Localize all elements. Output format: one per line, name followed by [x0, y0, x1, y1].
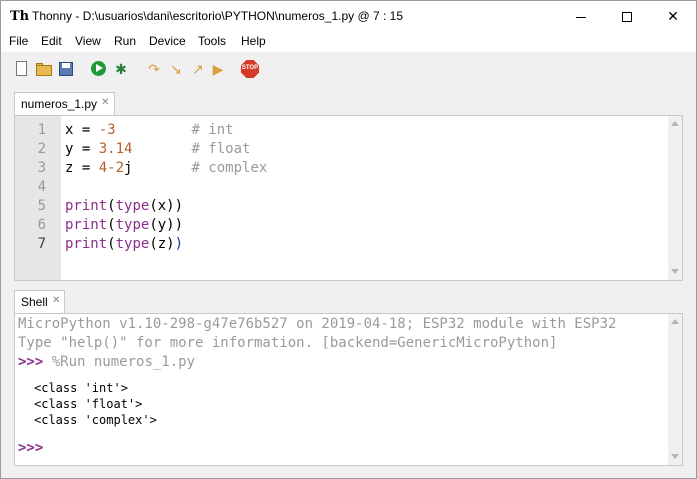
- stop-icon[interactable]: STOP: [241, 60, 259, 78]
- close-tab-icon[interactable]: ✕: [101, 97, 109, 108]
- title-bar: Th Thonny - D:\usuarios\dani\escritorio\…: [1, 1, 696, 32]
- line-number: 3: [37, 160, 46, 176]
- scroll-down-icon[interactable]: [671, 454, 679, 459]
- minimize-button[interactable]: [558, 1, 604, 32]
- code-line: z = 4-2j # complex: [65, 160, 268, 176]
- shell-output-line: <class 'complex'>: [34, 413, 157, 427]
- step-into-icon[interactable]: ↘: [167, 60, 185, 78]
- menu-bar: File Edit View Run Device Tools Help: [1, 32, 696, 52]
- editor-scrollbar[interactable]: [668, 116, 682, 280]
- menu-file[interactable]: File: [9, 34, 28, 48]
- menu-help[interactable]: Help: [241, 34, 266, 48]
- line-number: 1: [37, 122, 46, 138]
- shell-prompt: >>>: [18, 354, 44, 370]
- menu-device[interactable]: Device: [149, 34, 186, 48]
- save-icon[interactable]: [57, 60, 75, 78]
- thonny-window: Th Thonny - D:\usuarios\dani\escritorio\…: [0, 0, 697, 479]
- shell-run-line: >>> %Run numeros_1.py: [18, 354, 195, 370]
- shell-banner-line: Type "help()" for more information. [bac…: [18, 335, 558, 351]
- menu-tools[interactable]: Tools: [198, 34, 226, 48]
- shell-run-command: %Run numeros_1.py: [43, 354, 196, 370]
- shell-output-line: <class 'int'>: [34, 381, 128, 395]
- code-line: x = -3 # int: [65, 122, 234, 138]
- shell-scrollbar[interactable]: [668, 314, 682, 465]
- line-number: 4: [37, 179, 46, 195]
- tab-shell[interactable]: Shell ✕: [14, 290, 65, 313]
- editor-tab-label: numeros_1.py: [21, 97, 98, 111]
- window-title: Thonny - D:\usuarios\dani\escritorio\PYT…: [32, 9, 404, 23]
- line-number: 2: [37, 141, 46, 157]
- code-line: print(type(z)): [65, 236, 184, 252]
- shell-prompt: >>>: [18, 440, 44, 456]
- menu-view[interactable]: View: [75, 34, 101, 48]
- shell-panel[interactable]: MicroPython v1.10-298-g47e76b527 on 2019…: [14, 313, 683, 466]
- scroll-down-icon[interactable]: [671, 269, 679, 274]
- close-icon: ✕: [667, 8, 679, 24]
- shell-banner-line: MicroPython v1.10-298-g47e76b527 on 2019…: [18, 316, 617, 332]
- menu-run[interactable]: Run: [114, 34, 136, 48]
- close-tab-icon[interactable]: ✕: [52, 295, 60, 306]
- scroll-up-icon[interactable]: [671, 319, 679, 324]
- minimize-icon: [576, 16, 586, 18]
- resume-icon[interactable]: ▶: [209, 60, 227, 78]
- shell-input-line[interactable]: >>>: [18, 440, 43, 456]
- toolbar: ✱ ↷ ↘ ↗ ▶ STOP: [1, 53, 696, 85]
- menu-edit[interactable]: Edit: [41, 34, 62, 48]
- line-number-gutter: 1 2 3 4 5 6 7: [15, 116, 61, 280]
- debug-icon[interactable]: ✱: [112, 60, 130, 78]
- step-over-icon[interactable]: ↷: [145, 60, 163, 78]
- maximize-button[interactable]: [604, 1, 650, 32]
- thonny-app-icon: Th: [10, 9, 30, 24]
- shell-output-line: <class 'float'>: [34, 397, 143, 411]
- code-line: print(type(y)): [65, 217, 184, 233]
- code-line: y = 3.14 # float: [65, 141, 251, 157]
- close-button[interactable]: ✕: [650, 1, 696, 32]
- line-number: 5: [37, 198, 46, 214]
- tab-numeros-1-py[interactable]: numeros_1.py ✕: [14, 92, 115, 115]
- maximize-icon: [622, 12, 632, 23]
- step-out-icon[interactable]: ↗: [189, 60, 207, 78]
- line-number: 6: [37, 217, 46, 233]
- run-icon[interactable]: [90, 60, 108, 78]
- open-folder-icon[interactable]: [35, 60, 53, 78]
- code-line: print(type(x)): [65, 198, 184, 214]
- new-file-icon[interactable]: [13, 60, 31, 78]
- line-number-current: 7: [37, 236, 46, 252]
- scroll-up-icon[interactable]: [671, 121, 679, 126]
- shell-tab-label: Shell: [21, 295, 48, 309]
- code-editor[interactable]: 1 2 3 4 5 6 7 x = -3 # int y = 3.14 # fl…: [14, 115, 683, 281]
